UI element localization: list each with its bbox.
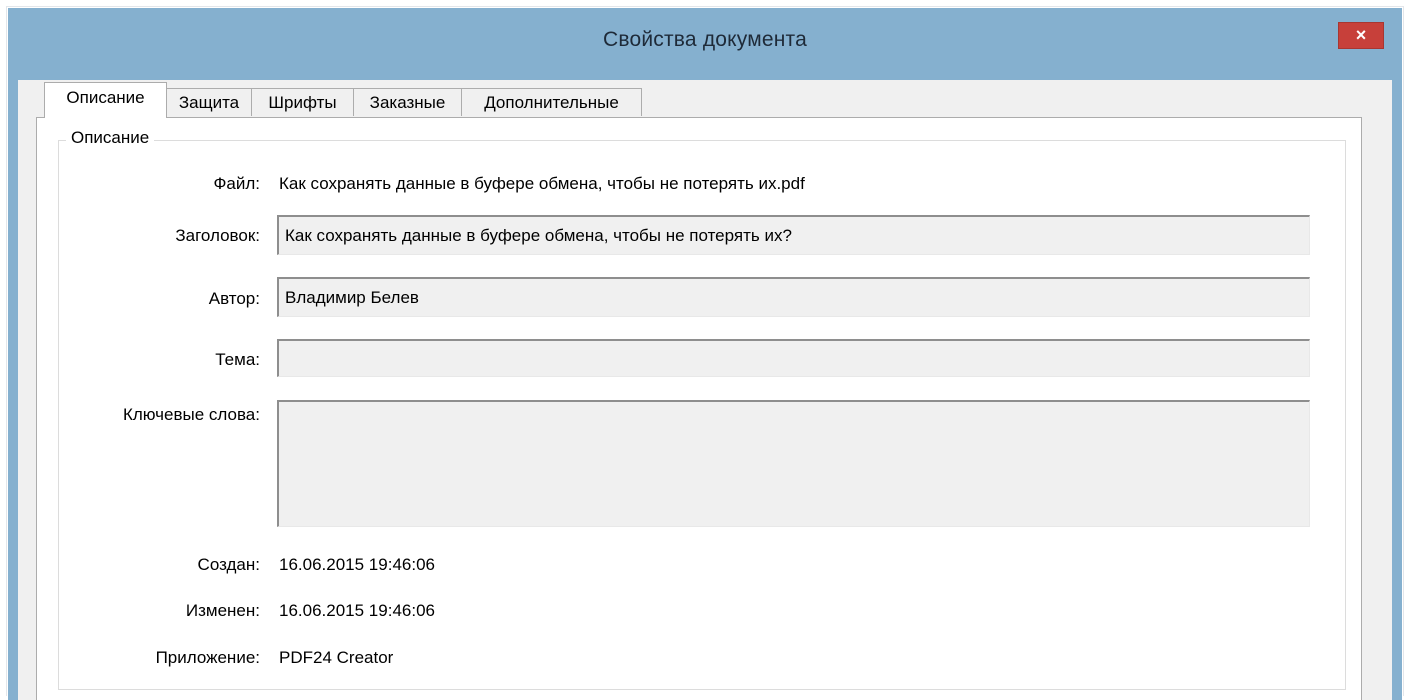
tab-label: Описание [66,88,145,107]
tab-label: Шрифты [268,93,337,112]
tab-advanced[interactable]: Дополнительные [461,88,642,116]
tab-security[interactable]: Защита [166,88,252,116]
page-background: Свойства документа × Описание Защита Шри… [0,0,1412,700]
keywords-field[interactable] [277,400,1310,527]
created-label: Создан: [197,555,260,574]
modified-label: Изменен: [185,601,260,620]
tab-label: Заказные [369,93,446,112]
tab-description[interactable]: Описание [44,82,167,118]
application-value: PDF24 Creator [279,648,394,667]
close-button[interactable]: × [1338,22,1384,49]
subject-field[interactable] [277,339,1310,377]
keywords-label: Ключевые слова: [122,405,260,424]
tab-custom[interactable]: Заказные [353,88,462,116]
application-label: Приложение: [155,648,260,667]
title-label: Заголовок: [175,226,260,245]
modified-value: 16.06.2015 19:46:06 [279,601,435,620]
window-title: Свойства документа [602,28,808,51]
file-value: Как сохранять данные в буфере обмена, чт… [279,174,805,193]
author-field[interactable] [277,277,1310,317]
author-label: Автор: [208,289,260,308]
file-label: Файл: [213,174,260,193]
tab-label: Защита [178,93,240,112]
tab-label: Дополнительные [484,93,619,112]
title-bar[interactable]: Свойства документа × [8,8,1402,80]
created-value: 16.06.2015 19:46:06 [279,555,435,574]
close-icon: × [1355,25,1367,45]
description-group-title: Описание [66,128,155,148]
tab-fonts[interactable]: Шрифты [251,88,354,116]
title-field[interactable] [277,215,1310,255]
subject-label: Тема: [215,350,260,369]
